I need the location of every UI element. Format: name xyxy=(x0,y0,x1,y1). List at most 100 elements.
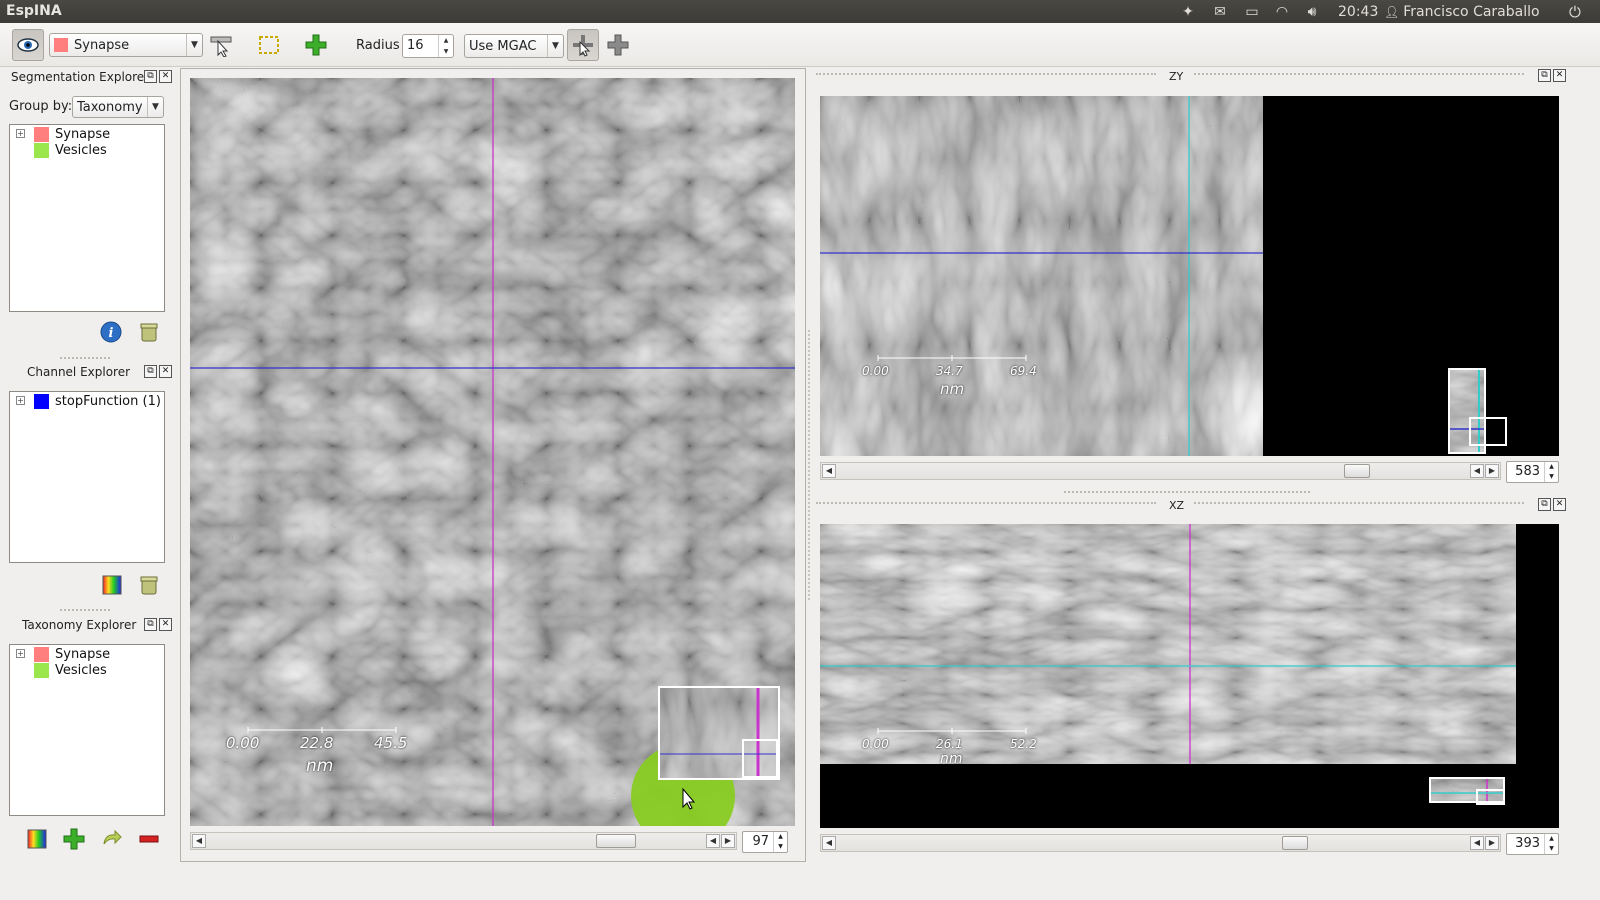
tree-item-synapse[interactable]: + Synapse xyxy=(10,126,164,142)
user-icon: 👤︎ xyxy=(1384,4,1400,19)
xz-slice-spinbox[interactable]: 393 ▲ ▼ xyxy=(1506,833,1559,855)
scroll-left-icon[interactable]: ◀ xyxy=(1470,836,1484,850)
scroll-thumb[interactable] xyxy=(1282,836,1308,850)
gray-plus-icon xyxy=(607,34,629,56)
power-icon[interactable]: ⏻ xyxy=(1569,3,1581,21)
scroll-left-icon[interactable]: ◀ xyxy=(822,836,836,850)
volume-icon[interactable]: 🔊︎ xyxy=(1302,4,1322,20)
seed-tool-button[interactable] xyxy=(567,29,599,61)
pick-tool-button[interactable] xyxy=(205,29,237,61)
toggle-visibility-button[interactable] xyxy=(12,29,44,61)
zy-view-canvas[interactable]: 0.00 34.7 69.4 nm xyxy=(820,96,1559,456)
pointer-select-icon xyxy=(210,36,232,57)
minimap-thumbnail[interactable] xyxy=(1448,368,1507,454)
channel-properties-button[interactable] xyxy=(101,574,123,599)
scroll-left-icon[interactable]: ◀ xyxy=(192,834,206,848)
mail-icon[interactable]: ✉ xyxy=(1210,4,1230,20)
zy-slice-spinbox[interactable]: 583 ▲ ▼ xyxy=(1506,461,1559,483)
battery-icon[interactable]: ▭ xyxy=(1242,4,1262,20)
float-icon[interactable]: ⧉ xyxy=(144,365,157,378)
close-icon[interactable]: ✕ xyxy=(1553,69,1566,82)
scale-label: 0.00 xyxy=(862,737,889,751)
group-by-selector[interactable]: Taxonomy ▼ xyxy=(72,96,164,118)
tree-item-vesicles[interactable]: Vesicles xyxy=(10,142,164,158)
add-taxonomy-button[interactable] xyxy=(63,828,85,853)
segmentation-tree[interactable]: + Synapse Vesicles xyxy=(9,124,165,312)
float-icon[interactable]: ⧉ xyxy=(1538,498,1551,511)
roi-tool-button[interactable] xyxy=(253,29,285,61)
spin-arrows-icon[interactable]: ▲ ▼ xyxy=(1544,834,1558,854)
channel-tree[interactable]: + stopFunction (1) xyxy=(9,391,165,563)
wifi-icon[interactable]: ◠ xyxy=(1272,4,1292,20)
mode-selector[interactable]: Use MGAC ▼ xyxy=(464,34,564,58)
close-icon[interactable]: ✕ xyxy=(159,618,172,631)
zy-dock-buttons: ⧉ ✕ xyxy=(1538,69,1566,82)
tree-item-channel[interactable]: + stopFunction (1) xyxy=(10,393,164,409)
float-icon[interactable]: ⧉ xyxy=(1538,69,1551,82)
delete-segmentation-button[interactable] xyxy=(138,321,160,346)
crosshair-tool-button[interactable] xyxy=(602,29,634,61)
expand-icon[interactable]: + xyxy=(16,396,25,405)
tree-item-synapse[interactable]: + Synapse xyxy=(10,646,164,662)
delete-channel-button[interactable] xyxy=(138,574,160,599)
tree-item-label: stopFunction (1) xyxy=(55,393,161,409)
spin-arrows-icon[interactable]: ▲ ▼ xyxy=(773,832,787,852)
scroll-right-icon[interactable]: ▶ xyxy=(1485,464,1499,478)
taxonomy-explorer-title: Taxonomy Explorer xyxy=(22,618,137,632)
taxonomy-color-button[interactable] xyxy=(26,828,48,853)
xy-slice-spinbox[interactable]: 97 ▲ ▼ xyxy=(742,831,788,853)
clock[interactable]: 20:43 xyxy=(1338,3,1378,20)
spin-arrows-icon[interactable]: ▲ ▼ xyxy=(438,35,453,57)
view-splitter[interactable] xyxy=(808,330,811,600)
trash-icon xyxy=(140,323,158,342)
expand-icon[interactable]: + xyxy=(16,649,25,658)
rainbow-icon xyxy=(102,575,122,595)
close-icon[interactable]: ✕ xyxy=(159,70,172,83)
float-icon[interactable]: ⧉ xyxy=(144,70,157,83)
mode-selected-label: Use MGAC xyxy=(469,38,537,54)
user-menu[interactable]: 👤︎ Francisco Caraballo xyxy=(1384,3,1540,20)
close-icon[interactable]: ✕ xyxy=(159,365,172,378)
scroll-left-icon[interactable]: ◀ xyxy=(1470,464,1484,478)
xy-slice-scrollbar[interactable]: ◀ ◀ ▶ xyxy=(190,832,737,850)
slice-value: 97 xyxy=(752,834,769,849)
scale-label: 34.7 xyxy=(936,364,963,378)
expand-icon[interactable]: + xyxy=(16,129,25,138)
user-name: Francisco Caraballo xyxy=(1403,3,1540,20)
scroll-left-icon[interactable]: ◀ xyxy=(822,464,836,478)
tree-item-vesicles[interactable]: Vesicles xyxy=(10,662,164,678)
minimap-thumbnail[interactable] xyxy=(1429,777,1505,805)
color-swatch xyxy=(34,662,49,678)
dock-splitter[interactable] xyxy=(60,609,110,612)
spin-arrows-icon[interactable]: ▲ ▼ xyxy=(1544,462,1558,482)
scale-label: 26.1 xyxy=(936,737,963,751)
group-by-label: Group by: xyxy=(9,99,73,114)
xz-slice-scrollbar[interactable]: ◀ ◀ ▶ xyxy=(820,834,1501,852)
scroll-right-icon[interactable]: ▶ xyxy=(721,834,735,848)
minimap-thumbnail[interactable] xyxy=(658,686,780,780)
scroll-left-icon[interactable]: ◀ xyxy=(706,834,720,848)
taxonomy-selector[interactable]: Synapse ▼ xyxy=(49,33,203,57)
radius-spinbox[interactable]: 16 ▲ ▼ xyxy=(402,34,454,58)
zy-slice-scrollbar[interactable]: ◀ ◀ ▶ xyxy=(820,462,1501,480)
scale-label: 45.5 xyxy=(374,734,408,752)
xz-view-canvas[interactable]: 0.00 26.1 52.2 nm xyxy=(820,524,1559,828)
scroll-right-icon[interactable]: ▶ xyxy=(1485,836,1499,850)
xy-view-canvas[interactable]: 0.00 22.8 45.5 nm xyxy=(190,78,795,826)
scale-label: 0.00 xyxy=(862,364,889,378)
info-button[interactable]: i xyxy=(100,321,122,346)
scroll-thumb[interactable] xyxy=(1344,464,1370,478)
dropbox-icon[interactable]: ✦ xyxy=(1178,4,1198,20)
tray-icons: ✦ ✉ ▭ ◠ 🔊︎ xyxy=(1178,3,1322,20)
scale-label: 52.2 xyxy=(1010,737,1037,751)
minus-icon xyxy=(139,835,159,843)
move-taxonomy-button[interactable] xyxy=(101,828,123,853)
close-icon[interactable]: ✕ xyxy=(1553,498,1566,511)
dock-splitter[interactable] xyxy=(60,357,110,360)
scroll-thumb[interactable] xyxy=(596,834,636,848)
add-segmentation-button[interactable] xyxy=(300,29,332,61)
dock-splitter[interactable] xyxy=(1064,491,1310,494)
float-icon[interactable]: ⧉ xyxy=(144,618,157,631)
taxonomy-tree[interactable]: + Synapse Vesicles xyxy=(9,644,165,816)
remove-taxonomy-button[interactable] xyxy=(138,828,160,853)
